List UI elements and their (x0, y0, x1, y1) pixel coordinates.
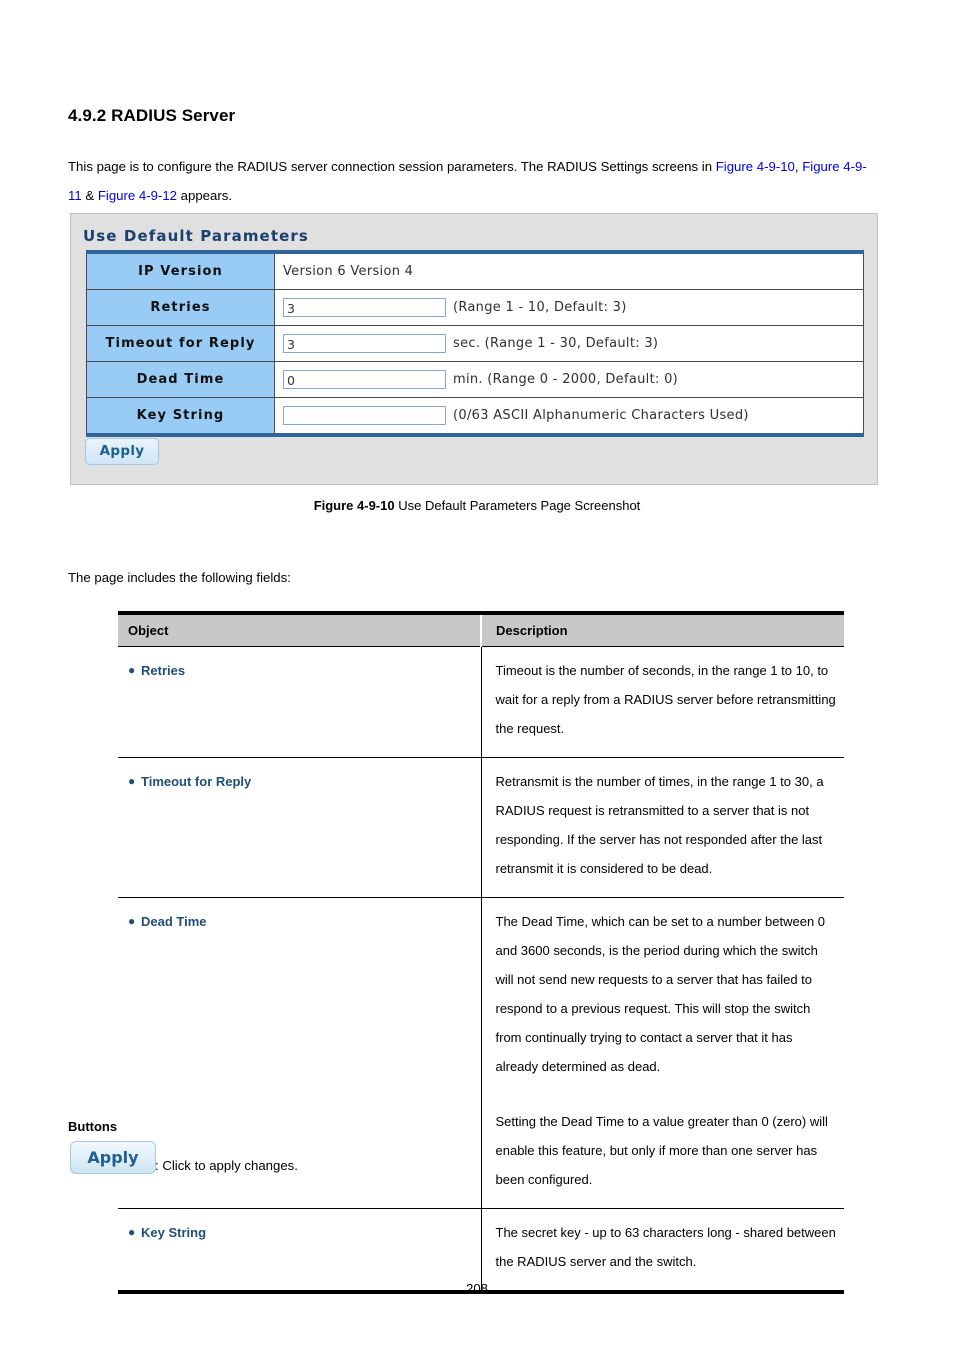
figure-caption-text: Use Default Parameters Page Screenshot (394, 498, 641, 513)
column-header-description: Description (481, 613, 844, 647)
description-cell-dead-time: The Dead Time, which can be set to a num… (481, 897, 844, 1209)
row-label-timeout-for-reply: Timeout for Reply (86, 325, 275, 362)
table-row-dead-time: Dead Time 0 min. (Range 0 - 2000, Default… (86, 361, 864, 398)
table-row: ● Key String The secret key - up to 63 ch… (118, 1208, 844, 1292)
figure-link-4-9-12[interactable]: Figure 4-9-12 (98, 188, 177, 203)
object-label-key-string: Key String (141, 1225, 207, 1240)
apply-button[interactable]: Apply (70, 1141, 156, 1174)
timeout-for-reply-hint: sec. (Range 1 - 30, Default: 3) (453, 336, 659, 351)
panel-title: Use Default Parameters (83, 227, 309, 245)
object-cell-retries: ● Retries (118, 646, 482, 758)
bullet-icon: ● (128, 914, 136, 928)
description-cell-timeout-for-reply: Retransmit is the number of times, in th… (481, 757, 844, 898)
figure-caption-number: Figure 4-9-10 (313, 498, 395, 513)
object-cell-timeout-for-reply: ● Timeout for Reply (118, 757, 482, 898)
dead-time-input[interactable]: 0 (283, 370, 446, 389)
table-row: ● Timeout for Reply Retransmit is the num… (118, 757, 844, 898)
row-label-ip-version: IP Version (86, 251, 275, 290)
retries-input[interactable]: 3 (283, 298, 446, 317)
row-label-retries: Retries (86, 289, 275, 326)
fields-lead-text: The page includes the following fields: (68, 570, 291, 585)
document-page: 4.9.2 RADIUS Server This page is to conf… (0, 0, 954, 1350)
description-paragraph: The secret key - up to 63 characters lon… (495, 1225, 836, 1269)
parameters-form-table: IP Version Version 6 Version 4 Retries 3… (86, 250, 864, 437)
bullet-icon: ● (128, 774, 136, 788)
object-label-timeout-for-reply: Timeout for Reply (141, 774, 252, 789)
use-default-parameters-panel: Use Default Parameters IP Version Versio… (70, 213, 878, 485)
row-value-dead-time: 0 min. (Range 0 - 2000, Default: 0) (274, 361, 864, 398)
bullet-icon: ● (128, 663, 136, 677)
page-title: 4.9.2 RADIUS Server (68, 106, 236, 125)
row-label-key-string: Key String (86, 397, 275, 436)
table-row-ip-version: IP Version Version 6 Version 4 (86, 251, 864, 290)
apply-button-description: : Click to apply changes. (155, 1158, 298, 1173)
row-value-ip-version: Version 6 Version 4 (274, 251, 864, 290)
figure-caption: Figure 4-9-10 Use Default Parameters Pag… (0, 498, 954, 513)
table-row: ● Retries Timeout is the number of second… (118, 646, 844, 758)
key-string-hint: (0/63 ASCII Alphanumeric Characters Used… (453, 408, 749, 423)
row-value-timeout-for-reply: 3 sec. (Range 1 - 30, Default: 3) (274, 325, 864, 362)
buttons-section-heading: Buttons (68, 1119, 118, 1134)
description-cell-key-string: The secret key - up to 63 characters lon… (481, 1208, 844, 1292)
table-row-key-string: Key String (0/63 ASCII Alphanumeric Char… (86, 397, 864, 436)
table-row-retries: Retries 3 (Range 1 - 10, Default: 3) (86, 289, 864, 326)
intro-paragraph: This page is to configure the RADIUS ser… (68, 152, 880, 210)
intro-text-part3: & (81, 188, 98, 203)
retries-hint: (Range 1 - 10, Default: 3) (453, 300, 627, 315)
key-string-input[interactable] (283, 406, 446, 425)
description-paragraph: Setting the Dead Time to a value greater… (495, 1114, 828, 1187)
column-header-object: Object (118, 613, 482, 647)
object-label-dead-time: Dead Time (141, 914, 207, 929)
figure-link-4-9-10[interactable]: Figure 4-9-10 (716, 159, 795, 174)
description-table: Object Description ● Retries Timeout is t… (118, 611, 844, 1294)
description-paragraph: Retransmit is the number of times, in th… (495, 774, 824, 876)
page-number: 208 (465, 1281, 488, 1296)
description-table-wrapper: Object Description ● Retries Timeout is t… (118, 611, 844, 1294)
description-paragraph: The Dead Time, which can be set to a num… (495, 914, 826, 1074)
bullet-icon: ● (128, 1225, 136, 1239)
object-cell-key-string: ● Key String (118, 1208, 482, 1292)
intro-text-part4: appears. (177, 188, 232, 203)
row-value-retries: 3 (Range 1 - 10, Default: 3) (274, 289, 864, 326)
row-label-dead-time: Dead Time (86, 361, 275, 398)
object-label-retries: Retries (141, 663, 186, 678)
timeout-for-reply-input[interactable]: 3 (283, 334, 446, 353)
dead-time-hint: min. (Range 0 - 2000, Default: 0) (453, 372, 679, 387)
intro-text-part1: This page is to configure the RADIUS ser… (68, 159, 716, 174)
table-row-timeout-for-reply: Timeout for Reply 3 sec. (Range 1 - 30, D… (86, 325, 864, 362)
description-paragraph: Timeout is the number of seconds, in the… (495, 663, 836, 736)
description-cell-retries: Timeout is the number of seconds, in the… (481, 646, 844, 758)
panel-apply-button[interactable]: Apply (85, 438, 159, 465)
row-value-key-string: (0/63 ASCII Alphanumeric Characters Used… (274, 397, 864, 436)
table-header-row: Object Description (118, 613, 844, 647)
